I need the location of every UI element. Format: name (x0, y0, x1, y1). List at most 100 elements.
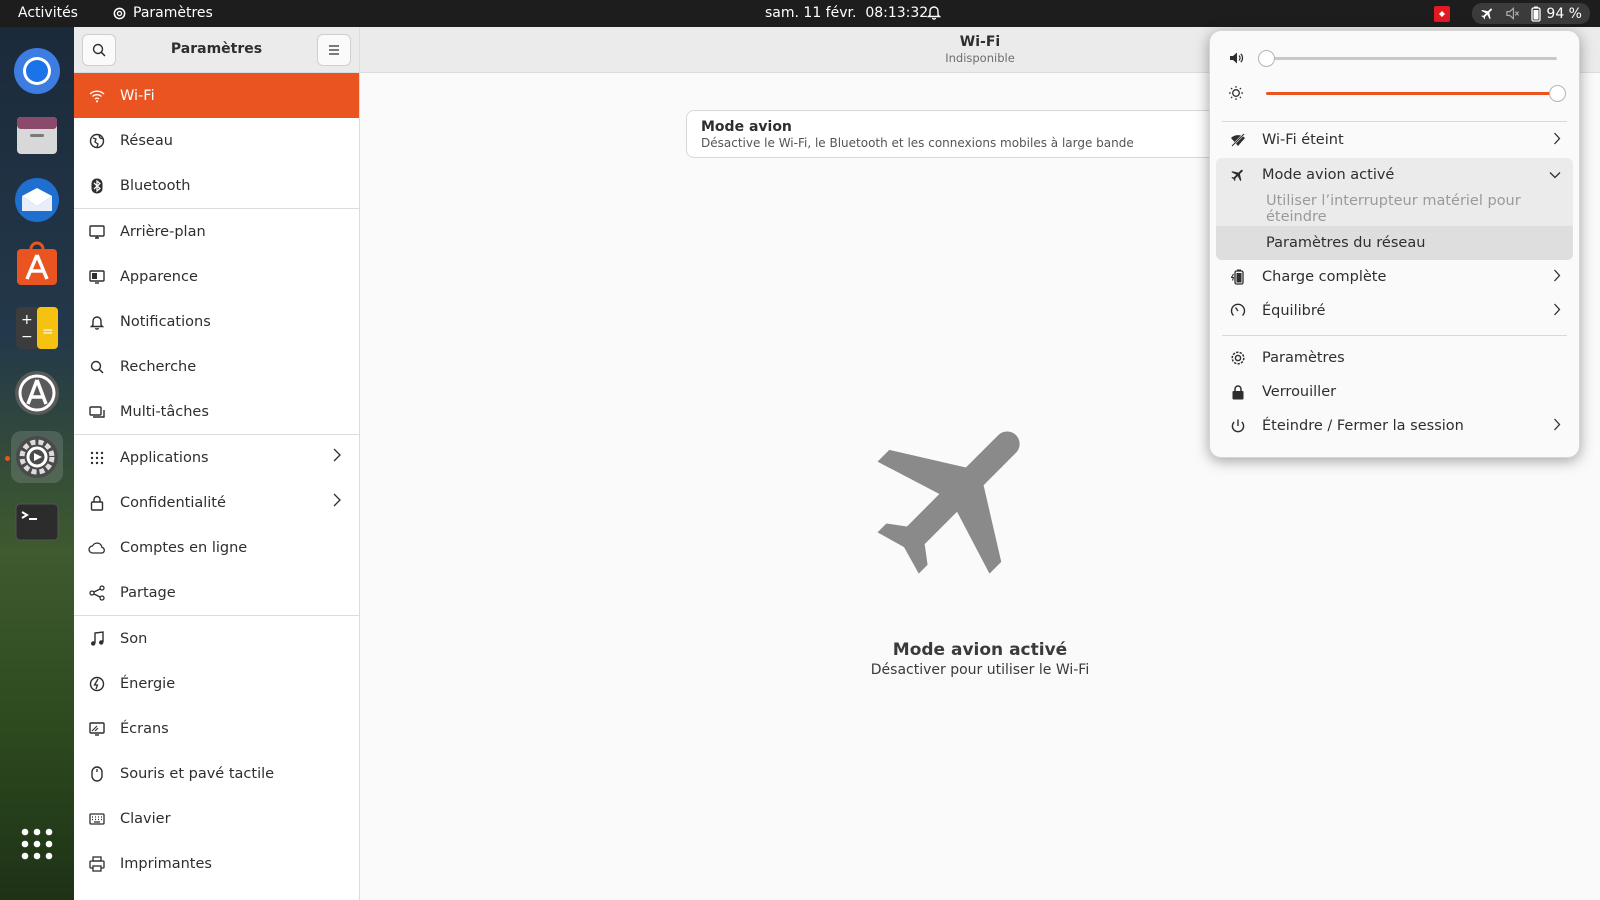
wifi-menu-label: Wi-Fi éteint (1262, 132, 1344, 148)
mouse-icon (88, 765, 106, 783)
chevron-right-icon (333, 493, 341, 511)
sidebar-item-online-accounts[interactable]: Comptes en ligne (74, 525, 359, 570)
chevron-right-icon (1553, 132, 1561, 149)
sidebar-item-keyboard[interactable]: Clavier (74, 796, 359, 841)
lock-menu-item[interactable]: Verrouiller (1216, 375, 1573, 409)
brightness-slider-knob[interactable] (1549, 85, 1566, 102)
show-apps-button[interactable] (11, 818, 63, 870)
sidebar-item-displays[interactable]: Écrans (74, 706, 359, 751)
wifi-menu-item[interactable]: Wi-Fi éteint (1216, 123, 1573, 157)
app-indicator-icon[interactable] (1434, 5, 1451, 22)
settings-menu-item[interactable]: Paramètres (1216, 341, 1573, 375)
keyboard-icon (88, 810, 106, 828)
terminal-icon (15, 503, 59, 541)
sidebar-item-applications[interactable]: Applications (74, 435, 359, 480)
empty-state-title: Mode avion activé (892, 640, 1068, 660)
sidebar-item-sound[interactable]: Son (74, 616, 359, 661)
volume-slider-knob[interactable] (1258, 50, 1275, 67)
search-icon (88, 358, 106, 376)
battery-menu-label: Charge complète (1262, 269, 1387, 285)
airplane-icon (1481, 8, 1493, 20)
app-menu-label: Paramètres (133, 5, 213, 21)
software-updater-icon (15, 371, 59, 415)
multitasking-icon (88, 403, 106, 421)
power-button-icon (1228, 416, 1248, 436)
sidebar-item-label: Réseau (120, 132, 173, 149)
music-note-icon (88, 630, 106, 648)
dock-software-updater[interactable] (11, 367, 63, 419)
sidebar-item-label: Applications (120, 449, 209, 466)
sidebar-item-label: Multi-tâches (120, 403, 209, 420)
display-icon (88, 720, 106, 738)
sidebar-header: Paramètres (74, 27, 359, 73)
battery-icon (1531, 6, 1542, 22)
main-menu-button[interactable] (317, 34, 351, 66)
brightness-slider-row (1228, 83, 1566, 103)
airplane-icon (1228, 165, 1248, 185)
dock-calculator[interactable]: + − = (11, 302, 63, 354)
files-icon (17, 117, 57, 154)
divider (1222, 335, 1567, 336)
sidebar-item-background[interactable]: Arrière-plan (74, 209, 359, 254)
hardware-switch-note: Utiliser l’interrupteur matériel pour ét… (1216, 192, 1573, 226)
power-mode-menu-item[interactable]: Équilibré (1216, 294, 1573, 328)
sidebar-item-label: Comptes en ligne (120, 539, 248, 556)
airplane-menu-item[interactable]: Mode avion activé (1216, 158, 1573, 192)
gear-icon (113, 7, 126, 19)
sidebar-item-label: Souris et pavé tactile (120, 765, 275, 782)
chevron-right-icon (1553, 269, 1561, 286)
dock-thunderbird[interactable] (11, 174, 63, 226)
lock-menu-label: Verrouiller (1262, 384, 1337, 400)
wifi-icon (88, 87, 106, 105)
sidebar-item-sharing[interactable]: Partage (74, 570, 359, 615)
sidebar-item-notifications[interactable]: Notifications (74, 299, 359, 344)
app-center-icon (17, 241, 57, 285)
chevron-right-icon (1553, 303, 1561, 320)
sidebar-item-appearance[interactable]: Apparence (74, 254, 359, 299)
sidebar-item-wifi[interactable]: Wi-Fi (74, 73, 359, 118)
quick-settings-toggle[interactable]: 94 % (1472, 3, 1590, 24)
activities-button[interactable]: Activités (18, 5, 78, 21)
dock-chromium[interactable] (11, 45, 63, 97)
sidebar-item-privacy[interactable]: Confidentialité (74, 480, 359, 525)
sidebar-item-search[interactable]: Recherche (74, 344, 359, 389)
sidebar-item-label: Apparence (120, 268, 198, 285)
app-menu[interactable]: Paramètres (112, 5, 213, 21)
calculator-icon: +− = (16, 307, 58, 349)
running-indicator (5, 456, 10, 461)
dock-app-center[interactable] (11, 238, 63, 290)
sidebar-item-mouse[interactable]: Souris et pavé tactile (74, 751, 359, 796)
sidebar-item-printers[interactable]: Imprimantes (74, 841, 359, 886)
sidebar-item-label: Imprimantes (120, 855, 212, 872)
thunderbird-icon (15, 178, 59, 222)
battery-charging-icon (1228, 267, 1248, 287)
system-tray[interactable]: 94 % (1434, 3, 1590, 24)
grid-icon (21, 828, 53, 860)
power-off-menu-item[interactable]: Éteindre / Fermer la session (1216, 409, 1573, 443)
dock-files[interactable] (11, 109, 63, 161)
airplane-mode-description: Désactive le Wi-Fi, le Bluetooth et les … (701, 136, 1134, 150)
sidebar-item-bluetooth[interactable]: Bluetooth (74, 163, 359, 208)
sidebar-item-label: Énergie (120, 675, 176, 692)
airplane-icon (860, 397, 1060, 601)
brightness-slider[interactable] (1266, 85, 1566, 102)
sidebar-item-network[interactable]: Réseau (74, 118, 359, 163)
hamburger-icon (329, 45, 339, 55)
clock[interactable]: sam. 11 févr. 08:13:32 (765, 5, 928, 21)
sidebar-item-label: Arrière-plan (120, 223, 206, 240)
sidebar-item-label: Bluetooth (120, 177, 191, 194)
volume-slider[interactable] (1258, 50, 1557, 67)
sidebar-item-label: Recherche (120, 358, 197, 375)
dock-settings[interactable] (11, 431, 63, 483)
empty-state-subtitle: Désactiver pour utiliser le Wi-Fi (870, 662, 1090, 678)
printer-icon (88, 855, 106, 873)
dock-terminal[interactable] (11, 496, 63, 548)
sidebar-item-power[interactable]: Énergie (74, 661, 359, 706)
network-settings-item[interactable]: Paramètres du réseau (1216, 226, 1573, 260)
sidebar-item-multitasking[interactable]: Multi-tâches (74, 389, 359, 434)
cloud-icon (88, 539, 106, 557)
volume-muted-icon (1506, 7, 1520, 20)
battery-menu-item[interactable]: Charge complète (1216, 260, 1573, 294)
chevron-right-icon (333, 448, 341, 466)
airplane-menu-label: Mode avion activé (1262, 167, 1395, 183)
